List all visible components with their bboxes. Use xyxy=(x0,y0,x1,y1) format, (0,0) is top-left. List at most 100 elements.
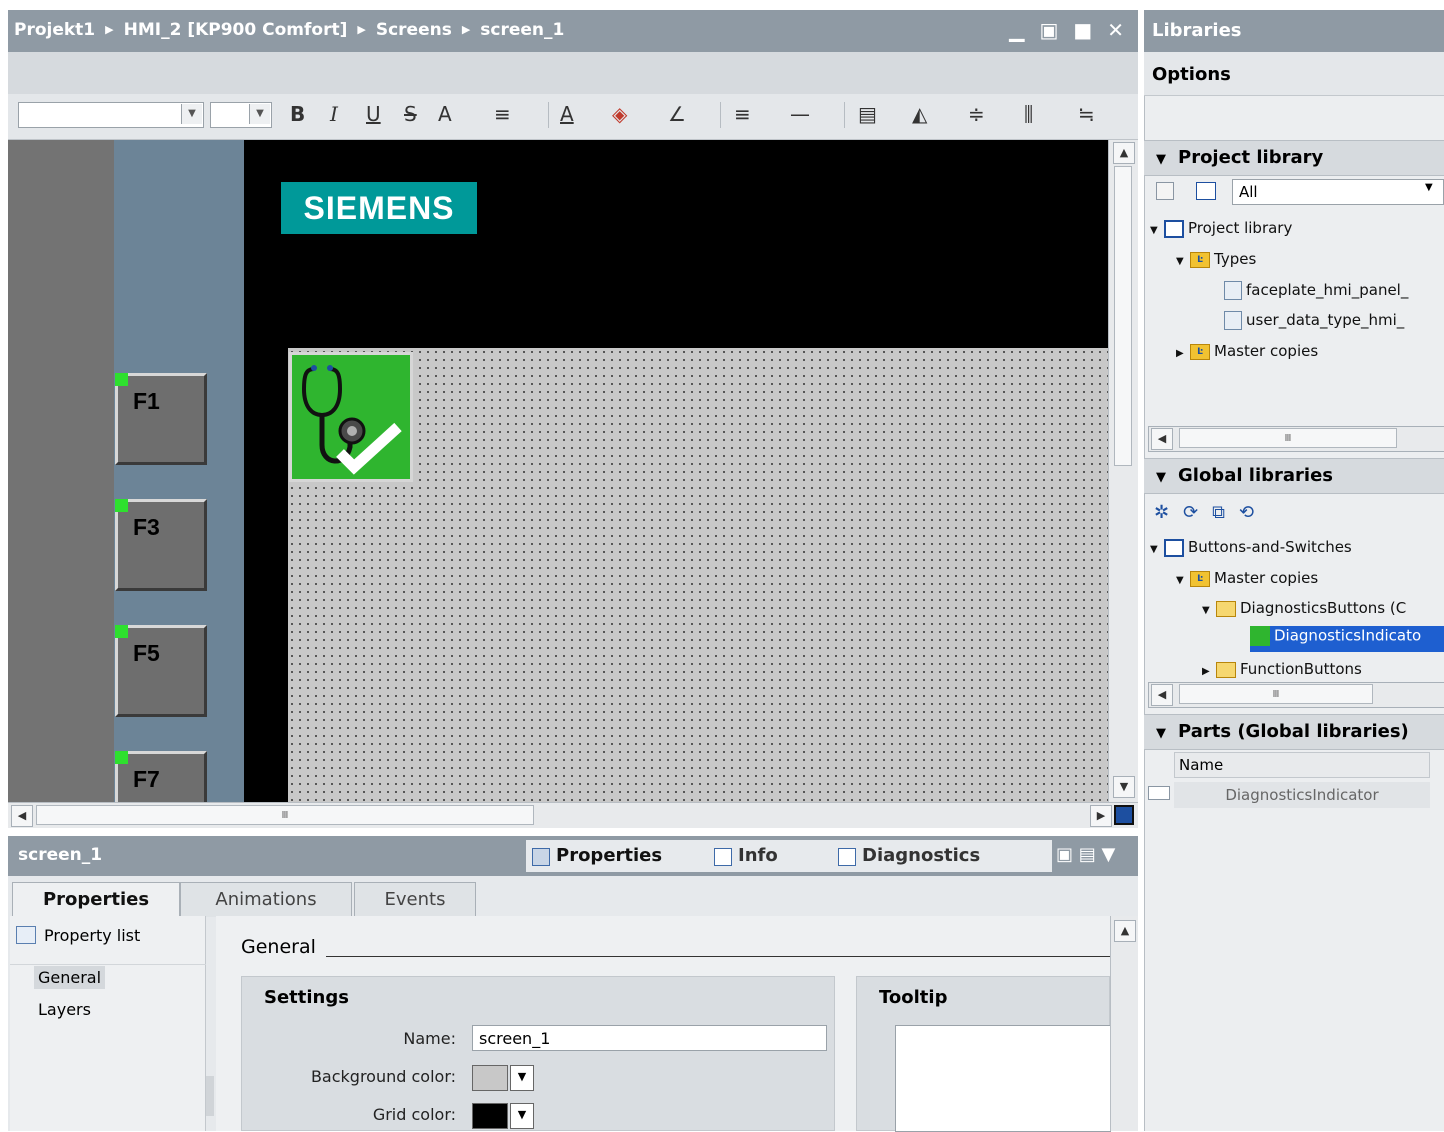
diagnostics-indicator[interactable] xyxy=(289,352,413,482)
library-filter-select[interactable]: All ▼ xyxy=(1232,179,1444,205)
window-buttons[interactable]: ▁ ▣ ■ ✕ xyxy=(1009,18,1128,42)
grid-color-swatch[interactable] xyxy=(472,1103,508,1129)
collapsed-triangle-icon[interactable]: ▶ xyxy=(1202,666,1216,677)
canvas-vertical-scrollbar[interactable]: ▲ ▼ xyxy=(1108,140,1138,802)
libraries-title: Libraries xyxy=(1152,20,1242,41)
background-color-swatch[interactable] xyxy=(472,1065,508,1091)
canvas-horizontal-scrollbar[interactable]: ◀ Ⅲ ▶ xyxy=(8,802,1138,828)
breadcrumb-screens[interactable]: Screens xyxy=(376,20,452,40)
scroll-down-icon[interactable]: ▼ xyxy=(1113,776,1135,798)
chevron-down-icon[interactable]: ▼ xyxy=(1144,143,1178,177)
align-button[interactable]: ≡ xyxy=(494,102,511,126)
scroll-up-icon[interactable]: ▲ xyxy=(1114,920,1136,942)
tree-item-diagnostics-indicator[interactable]: DiagnosticsIndicato xyxy=(1250,626,1444,652)
tab-diagnostics[interactable]: Diagnostics xyxy=(832,840,1052,872)
text-size-button[interactable]: A xyxy=(438,102,452,126)
tree-item-faceplate-type[interactable]: faceplate_hmi_panel_ xyxy=(1224,281,1408,300)
breadcrumb-screen[interactable]: screen_1 xyxy=(480,20,564,40)
scroll-thumb[interactable] xyxy=(1114,166,1132,466)
list-view-icon[interactable] xyxy=(1196,182,1216,200)
expanded-triangle-icon[interactable]: ▼ xyxy=(1176,575,1190,586)
line-style-button[interactable]: — xyxy=(790,102,810,126)
scroll-thumb[interactable]: Ⅲ xyxy=(1179,684,1373,704)
chevron-down-icon[interactable]: ▼ xyxy=(1425,182,1441,193)
function-key-f3[interactable]: F3 xyxy=(115,499,207,591)
project-library-scrollbar[interactable]: ◀ Ⅲ xyxy=(1148,426,1444,452)
global-libraries-header[interactable]: ▼ Global libraries xyxy=(1144,458,1444,494)
global-library-toolbar[interactable]: ✲⟳⧉⟲ xyxy=(1154,502,1268,523)
function-key-label: F3 xyxy=(133,514,160,540)
subtab-animations[interactable]: Animations xyxy=(180,882,352,917)
fill-color-icon[interactable]: ◈ xyxy=(612,102,627,126)
same-size-button[interactable]: ≒ xyxy=(1078,102,1095,126)
function-key-f7[interactable]: F7 xyxy=(115,751,207,802)
zoom-navigation-icon[interactable] xyxy=(1114,805,1134,825)
name-input[interactable]: screen_1 xyxy=(472,1025,827,1051)
libraries-options[interactable]: Options xyxy=(1144,52,1444,96)
breadcrumb-separator-icon: ▶ xyxy=(357,23,366,36)
line-width-button[interactable]: ≡ xyxy=(734,102,751,126)
scroll-up-icon[interactable]: ▲ xyxy=(1113,142,1135,164)
chevron-down-icon[interactable]: ▼ xyxy=(1144,717,1178,751)
rotate-button[interactable]: ◭ xyxy=(912,102,927,126)
chevron-down-icon[interactable]: ▼ xyxy=(1144,461,1178,495)
options-label: Options xyxy=(1152,64,1231,85)
project-library-header[interactable]: ▼ Project library xyxy=(1144,140,1444,176)
new-folder-icon[interactable] xyxy=(1156,182,1174,200)
nav-collapse-handle[interactable] xyxy=(206,1076,214,1116)
subtab-events[interactable]: Events xyxy=(354,882,476,917)
scroll-thumb[interactable]: Ⅲ xyxy=(36,805,534,825)
tooltip-title: Tooltip xyxy=(879,987,948,1008)
strikethrough-button[interactable]: S xyxy=(404,102,417,126)
tree-item-buttons-and-switches[interactable]: ▼ Buttons-and-Switches xyxy=(1150,538,1352,557)
expanded-triangle-icon[interactable]: ▼ xyxy=(1176,256,1190,267)
subtab-properties[interactable]: Properties xyxy=(12,882,180,917)
tree-item-diagnostics-buttons[interactable]: ▼ DiagnosticsButtons (C xyxy=(1202,599,1406,617)
nav-item-general[interactable]: General xyxy=(34,966,106,989)
collapsed-triangle-icon[interactable]: ▶ xyxy=(1176,348,1190,359)
tab-properties[interactable]: Properties xyxy=(526,840,732,872)
tooltip-textarea[interactable] xyxy=(895,1025,1111,1132)
tree-item-project-library[interactable]: ▼ Project library xyxy=(1150,219,1292,238)
expanded-triangle-icon[interactable]: ▼ xyxy=(1202,605,1216,616)
bold-button[interactable]: B xyxy=(290,102,305,126)
nav-item-layers[interactable]: Layers xyxy=(38,1000,91,1019)
global-libraries-scrollbar[interactable]: ◀ Ⅲ xyxy=(1148,682,1444,708)
underline-button[interactable]: U xyxy=(366,102,381,126)
expanded-triangle-icon[interactable]: ▼ xyxy=(1150,544,1164,555)
inspector-scrollbar[interactable]: ▲ xyxy=(1110,916,1138,1131)
property-list-link[interactable]: Property list xyxy=(44,926,140,945)
scroll-left-icon[interactable]: ◀ xyxy=(11,805,33,827)
line-color-icon[interactable]: ∠ xyxy=(668,102,686,126)
tree-item-master-copies[interactable]: ▼ Ŀ Master copies xyxy=(1176,569,1318,587)
inspector-window-controls[interactable]: ▣ ▤ ▼ xyxy=(1056,844,1115,865)
chevron-down-icon[interactable]: ▼ xyxy=(249,104,270,124)
scroll-left-icon[interactable]: ◀ xyxy=(1151,684,1173,706)
screen-canvas[interactable]: F1 F3 F5 F7 xyxy=(8,140,1138,802)
font-size-combo[interactable]: ▼ xyxy=(210,102,272,128)
tree-item-types[interactable]: ▼ Ŀ Types xyxy=(1176,250,1256,268)
chevron-down-icon[interactable]: ▼ xyxy=(510,1065,534,1091)
center-button[interactable]: ≑ xyxy=(968,102,985,126)
italic-button[interactable]: I xyxy=(330,102,338,126)
chevron-down-icon[interactable]: ▼ xyxy=(510,1103,534,1129)
chevron-down-icon[interactable]: ▼ xyxy=(181,104,202,124)
scroll-right-icon[interactable]: ▶ xyxy=(1090,805,1112,827)
tree-item-user-data-type[interactable]: user_data_type_hmi_ xyxy=(1224,311,1404,330)
parts-header[interactable]: ▼ Parts (Global libraries) xyxy=(1144,714,1444,750)
scroll-left-icon[interactable]: ◀ xyxy=(1151,428,1173,450)
distribute-button[interactable]: ⫼ xyxy=(1024,102,1033,126)
function-key-f1[interactable]: F1 xyxy=(115,373,207,465)
align-objects-button[interactable]: ▤ xyxy=(858,102,877,126)
tree-item-master-copies[interactable]: ▶ Ŀ Master copies xyxy=(1176,342,1318,360)
breadcrumb-project[interactable]: Projekt1 xyxy=(14,20,95,40)
breadcrumb-device[interactable]: HMI_2 [KP900 Comfort] xyxy=(124,20,348,40)
font-family-combo[interactable]: ▼ xyxy=(18,102,204,128)
function-key-f5[interactable]: F5 xyxy=(115,625,207,717)
tree-item-function-buttons[interactable]: ▶ FunctionButtons xyxy=(1202,660,1362,678)
scroll-thumb[interactable]: Ⅲ xyxy=(1179,428,1397,448)
expanded-triangle-icon[interactable]: ▼ xyxy=(1150,225,1164,236)
parts-column-name[interactable]: Name xyxy=(1174,752,1430,778)
parts-row[interactable]: DiagnosticsIndicator xyxy=(1174,782,1430,808)
font-color-button[interactable]: A xyxy=(560,102,574,126)
